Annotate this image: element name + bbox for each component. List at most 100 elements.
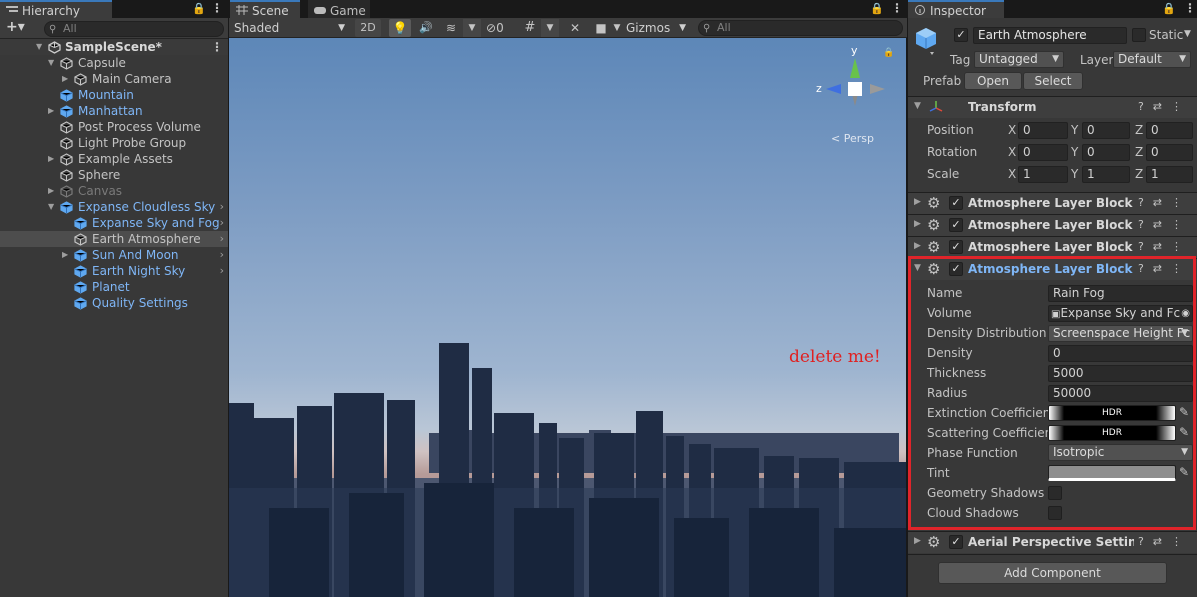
hierarchy-item[interactable]: ▶ Canvas <box>0 183 228 199</box>
prefab-open-button[interactable]: Open <box>964 72 1022 90</box>
active-checkbox[interactable]: ✓ <box>954 28 968 42</box>
hierarchy-item[interactable]: Earth Atmosphere › <box>0 231 228 247</box>
component-enabled-checkbox[interactable]: ✓ <box>949 218 963 232</box>
density-field[interactable]: 0 <box>1048 345 1193 362</box>
eyedropper-icon[interactable]: ✎ <box>1179 405 1189 419</box>
tab-inspector[interactable]: Inspector <box>908 0 1004 19</box>
expand-arrow-icon[interactable]: ▼ <box>48 55 58 71</box>
atmosphere-block-expanded-header[interactable]: ▼ ⚙ ✓ Atmosphere Layer Block (Sc ?⇄⋮ <box>908 258 1197 280</box>
audio-toggle-icon[interactable]: 🔊 <box>416 19 436 37</box>
hierarchy-item[interactable]: ▶ Sun And Moon › <box>0 247 228 263</box>
gizmo-lock-icon[interactable]: 🔒 <box>883 48 894 58</box>
component-header-icons[interactable]: ?⇄⋮ <box>1138 535 1191 548</box>
hierarchy-item[interactable]: ▶ Example Assets <box>0 151 228 167</box>
tag-dropdown[interactable]: Untagged ▼ <box>974 51 1064 68</box>
chevron-right-icon[interactable]: › <box>220 199 224 215</box>
hierarchy-item[interactable]: Quality Settings <box>0 295 228 311</box>
fold-open-icon[interactable]: ▼ <box>914 263 921 273</box>
prefab-select-button[interactable]: Select <box>1023 72 1083 90</box>
fold-open-icon[interactable]: ▼ <box>914 101 921 111</box>
scattering-hdr-color-field[interactable]: HDR <box>1048 425 1176 441</box>
collapse-arrow-icon[interactable]: ▶ <box>62 247 72 263</box>
fold-closed-icon[interactable]: ▶ <box>914 241 921 251</box>
lock-icon[interactable]: 🔒 <box>870 2 884 15</box>
panel-menu-icon[interactable]: ⋮ <box>891 1 903 15</box>
component-header-icons[interactable]: ?⇄⋮ <box>1138 218 1191 231</box>
component-enabled-checkbox[interactable]: ✓ <box>949 240 963 254</box>
collapse-arrow-icon[interactable]: ▶ <box>48 183 58 199</box>
hidden-objects-toggle[interactable]: ⊘0 <box>486 19 514 37</box>
collapse-arrow-icon[interactable]: ▶ <box>48 103 58 119</box>
x-field[interactable]: 1 <box>1018 166 1068 183</box>
orientation-gizmo[interactable]: y z 🔒 < Persp <box>813 44 894 145</box>
gizmos-dropdown[interactable]: Gizmos ▼ <box>624 19 690 37</box>
aerial-perspective-header[interactable]: ▶ ⚙ ✓ Aerial Perspective Settings ?⇄⋮ <box>908 531 1197 553</box>
hierarchy-item[interactable]: ▼ Capsule <box>0 55 228 71</box>
atmosphere-block-header[interactable]: ▶ ⚙ ✓ Atmosphere Layer Block (Sc ?⇄⋮ <box>908 236 1197 258</box>
z-field[interactable]: 1 <box>1146 166 1193 183</box>
scene-search-input[interactable]: ⚲ All <box>698 20 903 36</box>
z-field[interactable]: 0 <box>1146 144 1193 161</box>
hierarchy-item[interactable]: Earth Night Sky › <box>0 263 228 279</box>
panel-menu-icon[interactable]: ⋮ <box>211 1 223 15</box>
hierarchy-item[interactable]: Sphere <box>0 167 228 183</box>
collapse-arrow-icon[interactable]: ▶ <box>48 151 58 167</box>
tab-scene[interactable]: Scene <box>230 0 300 19</box>
fold-closed-icon[interactable]: ▶ <box>914 197 921 207</box>
phase-function-dropdown[interactable]: Isotropic ▼ <box>1048 444 1193 461</box>
lighting-toggle-icon[interactable]: 💡 <box>389 19 411 37</box>
component-header-icons[interactable]: ?⇄⋮ <box>1138 262 1191 275</box>
scene-viewport[interactable]: y z 🔒 < Persp delete me! <box>229 38 906 597</box>
z-field[interactable]: 0 <box>1146 122 1193 139</box>
eyedropper-icon[interactable]: ✎ <box>1179 465 1189 479</box>
component-header-icons[interactable]: ?⇄⋮ <box>1138 100 1191 113</box>
transform-header[interactable]: ▼ Transform ?⇄⋮ <box>908 96 1197 118</box>
hierarchy-item[interactable]: Post Process Volume <box>0 119 228 135</box>
density-distribution-dropdown[interactable]: Screenspace Height Fc ▼ <box>1048 325 1193 342</box>
collapse-arrow-icon[interactable]: ▶ <box>62 71 72 87</box>
object-picker-icon[interactable]: ◉ <box>1181 306 1190 321</box>
component-enabled-checkbox[interactable]: ✓ <box>949 196 963 210</box>
effects-layers-icon[interactable]: ≋ <box>440 19 462 37</box>
geometry-shadows-checkbox[interactable] <box>1048 486 1062 500</box>
y-field[interactable]: 1 <box>1082 166 1130 183</box>
tint-color-field[interactable] <box>1048 465 1176 481</box>
shading-mode-dropdown[interactable]: Shaded ▼ <box>231 19 349 37</box>
radius-field[interactable]: 50000 <box>1048 385 1193 402</box>
static-checkbox[interactable] <box>1132 28 1146 42</box>
y-field[interactable]: 0 <box>1082 122 1130 139</box>
expand-arrow-icon[interactable]: ▼ <box>36 39 46 55</box>
tools-icon[interactable]: ✕ <box>564 19 586 37</box>
atmosphere-block-header[interactable]: ▶ ⚙ ✓ Atmosphere Layer Block (Sc ?⇄⋮ <box>908 192 1197 214</box>
layer-dropdown[interactable]: Default ▼ <box>1113 51 1191 68</box>
chevron-right-icon[interactable]: › <box>220 215 224 231</box>
scene-root-row[interactable]: ▼ SampleScene* ⋮ <box>0 39 228 55</box>
hierarchy-item[interactable]: Light Probe Group <box>0 135 228 151</box>
component-enabled-checkbox[interactable]: ✓ <box>949 262 963 276</box>
expand-arrow-icon[interactable]: ▼ <box>48 199 58 215</box>
x-field[interactable]: 0 <box>1018 122 1068 139</box>
effects-dropdown-icon[interactable]: ▼ <box>463 19 481 37</box>
volume-object-field[interactable]: ▣Expanse Sky and Fc ◉ <box>1048 305 1193 322</box>
fold-closed-icon[interactable]: ▶ <box>914 219 921 229</box>
scene-menu-icon[interactable]: ⋮ <box>211 39 223 55</box>
name-field[interactable]: Rain Fog <box>1048 285 1193 302</box>
hierarchy-item[interactable]: Expanse Sky and Fog › <box>0 215 228 231</box>
cloud-shadows-checkbox[interactable] <box>1048 506 1062 520</box>
hierarchy-item[interactable]: ▶ Manhattan <box>0 103 228 119</box>
grid-dropdown-icon[interactable]: ▼ <box>541 19 559 37</box>
component-header-icons[interactable]: ?⇄⋮ <box>1138 240 1191 253</box>
hierarchy-item[interactable]: Planet <box>0 279 228 295</box>
component-header-icons[interactable]: ?⇄⋮ <box>1138 196 1191 209</box>
eyedropper-icon[interactable]: ✎ <box>1179 425 1189 439</box>
object-name-field[interactable]: Earth Atmosphere <box>973 27 1127 44</box>
lock-icon[interactable]: 🔒 <box>192 2 206 15</box>
static-dropdown-icon[interactable]: ▼ <box>1184 29 1191 39</box>
camera-dropdown-icon[interactable]: ▼ <box>611 19 623 37</box>
chevron-right-icon[interactable]: › <box>220 247 224 263</box>
x-field[interactable]: 0 <box>1018 144 1068 161</box>
2d-toggle-button[interactable]: 2D <box>355 19 381 37</box>
hierarchy-search-input[interactable]: ⚲ All <box>44 21 224 37</box>
component-enabled-checkbox[interactable]: ✓ <box>949 535 963 549</box>
hierarchy-item[interactable]: Mountain <box>0 87 228 103</box>
